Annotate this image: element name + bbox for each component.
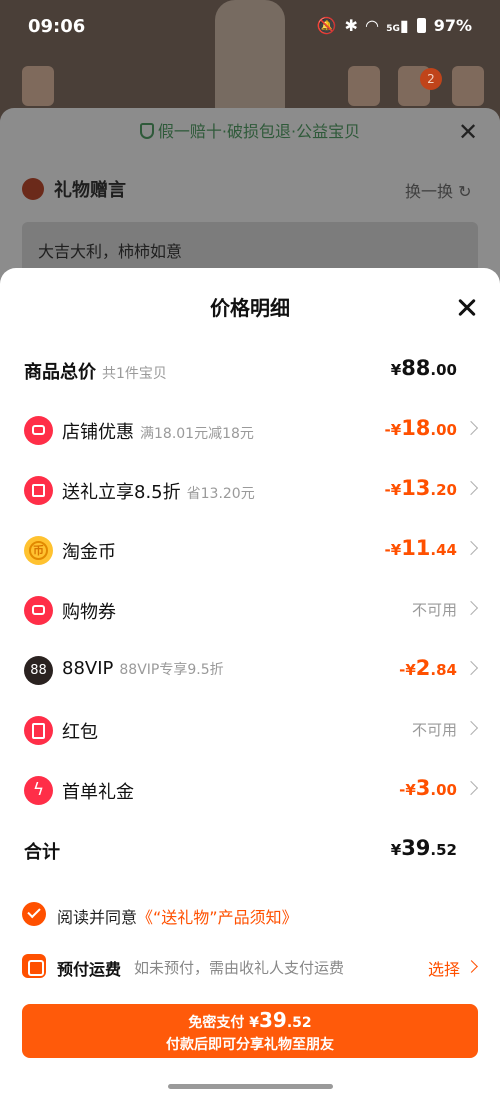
sheet-title: 价格明细 <box>210 296 290 320</box>
more-button <box>452 66 484 106</box>
chevron-right-icon <box>463 480 479 496</box>
agreement-text: 阅读并同意 <box>57 908 138 927</box>
subtotal-value: ¥88.00 <box>390 356 457 380</box>
item-count: 共1件宝贝 <box>102 366 167 382</box>
prepay-shipping-row[interactable]: 预付运费 如未预付，需由收礼人支付运费 选择 <box>22 954 478 980</box>
total-row: 合计 ¥39.52 <box>0 826 500 876</box>
cart-badge: 2 <box>420 68 442 90</box>
chevron-right-icon <box>463 780 479 796</box>
row-status: 不可用 <box>411 721 457 739</box>
row-label: 首单礼金 <box>62 782 134 803</box>
chevron-right-icon <box>463 420 479 436</box>
close-icon[interactable] <box>452 292 482 322</box>
chevron-right-icon <box>463 720 479 736</box>
agreement-link[interactable]: 《“送礼物”产品须知》 <box>137 908 298 927</box>
price-details-sheet: 价格明细 商品总价 共1件宝贝 ¥88.00 店铺优惠 满18.01元减18元 -¥… <box>0 268 500 1100</box>
chevron-right-icon <box>463 540 479 556</box>
row-88vip[interactable]: 88 88VIP 88VIP专享9.5折 -¥2.84 <box>0 646 500 696</box>
row-tao-coins[interactable]: 币 淘金币 -¥11.44 <box>0 526 500 576</box>
row-value: -¥2.84 <box>399 656 457 680</box>
gift-message-title: 礼物赠言 <box>54 180 126 201</box>
shopping-voucher-icon <box>24 596 53 625</box>
chevron-right-icon <box>463 600 479 616</box>
vip88-icon: 88 <box>24 656 53 685</box>
bluetooth-icon: ✱ <box>344 16 358 35</box>
chevron-right-icon <box>465 960 478 973</box>
status-bar: 09:06 🔕 ✱ ◠ 5G▮ 97% <box>0 0 500 56</box>
gold-coin-icon: 币 <box>24 536 53 565</box>
gift-sheet-close-icon: ✕ <box>458 118 479 146</box>
prepay-title: 预付运费 <box>57 960 122 979</box>
total-value: ¥39.52 <box>390 836 457 860</box>
signal-icon: 5G▮ <box>386 16 409 35</box>
gift-icon <box>24 476 53 505</box>
battery-icon <box>416 18 426 33</box>
row-value: -¥3.00 <box>399 776 457 800</box>
subtotal-label: 商品总价 共1件宝贝 <box>24 362 167 383</box>
row-value: -¥13.20 <box>384 476 457 500</box>
battery-level: 97% <box>433 16 472 35</box>
pay-button[interactable]: 免密支付 ¥39.52 付款后即可分享礼物至朋友 <box>22 1004 478 1058</box>
lightning-icon: ϟ <box>24 776 53 805</box>
row-label: 送礼立享8.5折 省13.20元 <box>62 482 255 503</box>
row-label: 88VIP 88VIP专享9.5折 <box>62 658 224 679</box>
row-label: 店铺优惠 满18.01元减18元 <box>62 422 254 443</box>
prepay-description: 如未预付，需由收礼人支付运费 <box>134 959 345 977</box>
status-time: 09:06 <box>28 16 86 37</box>
agreement-checkbox[interactable] <box>22 902 46 926</box>
subtotal-row: 商品总价 共1件宝贝 ¥88.00 <box>0 346 500 396</box>
row-shopping-voucher[interactable]: 购物券 不可用 <box>0 586 500 636</box>
shield-icon <box>139 123 154 139</box>
row-first-order-bonus[interactable]: ϟ 首单礼金 -¥3.00 <box>0 766 500 816</box>
row-label: 红包 <box>62 722 98 743</box>
row-shop-discount[interactable]: 店铺优惠 满18.01元减18元 -¥18.00 <box>0 406 500 456</box>
pay-subtitle: 付款后即可分享礼物至朋友 <box>166 1037 334 1053</box>
gift-message-text: 大吉大利，柿柿如意 <box>38 242 183 261</box>
swap-message-button: 换一换 ↻ <box>405 182 472 201</box>
share-button <box>348 66 380 106</box>
prepay-select-button[interactable]: 选择 <box>428 956 460 980</box>
row-label: 购物券 <box>62 602 116 623</box>
guarantee-banner: 假一赔十·破损包退·公益宝贝 <box>0 118 500 142</box>
total-label: 合计 <box>24 842 60 863</box>
prepay-shipping-icon <box>22 954 46 978</box>
row-red-packet[interactable]: 红包 不可用 <box>0 706 500 756</box>
row-value: -¥18.00 <box>384 416 457 440</box>
home-indicator[interactable] <box>168 1084 333 1089</box>
row-value: -¥11.44 <box>384 536 457 560</box>
status-icons: 🔕 ✱ ◠ 5G▮ 97% <box>317 16 472 35</box>
gift-message-icon <box>22 178 44 200</box>
wifi-icon: ◠ <box>365 16 379 35</box>
row-gift-discount[interactable]: 送礼立享8.5折 省13.20元 -¥13.20 <box>0 466 500 516</box>
back-button <box>22 66 54 106</box>
red-packet-icon <box>24 716 53 745</box>
shop-coupon-icon <box>24 416 53 445</box>
mute-icon: 🔕 <box>316 16 337 35</box>
chevron-right-icon <box>463 660 479 676</box>
row-status: 不可用 <box>411 601 457 619</box>
pay-label: 免密支付 <box>188 1015 245 1031</box>
row-label: 淘金币 <box>62 542 116 563</box>
